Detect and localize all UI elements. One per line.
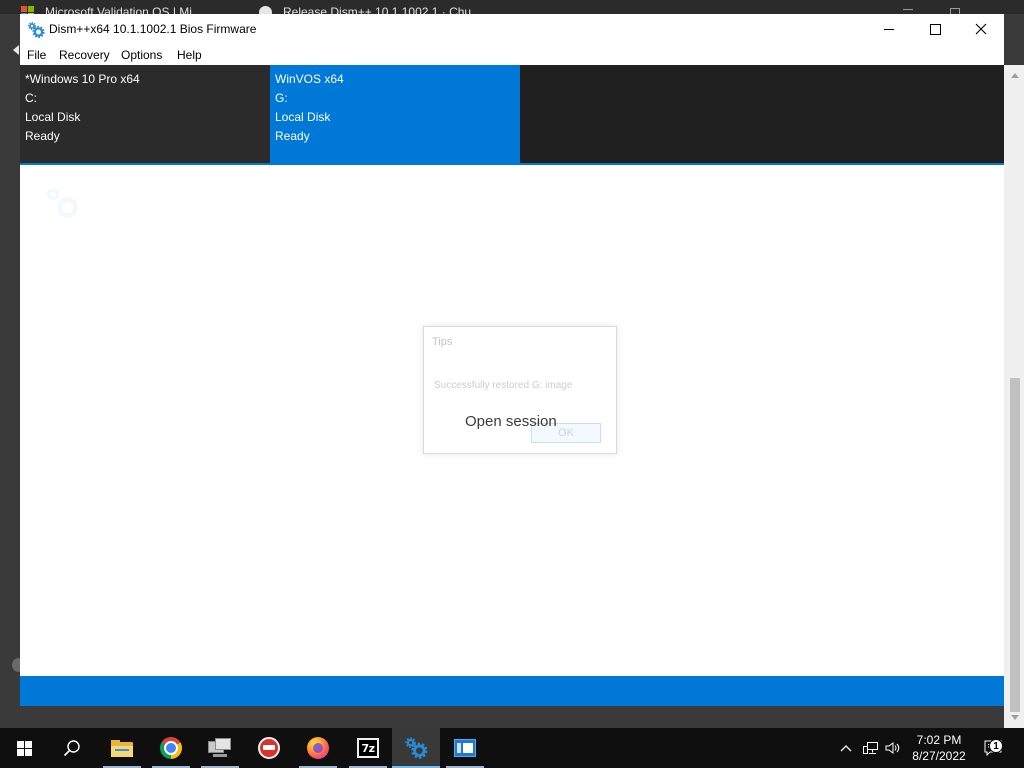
session-disk-type: Local Disk [25,110,81,124]
session-status: Ready [275,129,310,143]
tips-dialog: Tips Successfully restored G: image OK O… [423,326,617,454]
minimize-icon [884,28,894,30]
session-panel: *Windows 10 Pro x64 C: Local Disk Ready … [20,65,1004,163]
taskbar-blue-app[interactable] [441,728,489,768]
title-bar[interactable]: Dism++x64 10.1.1002.1 Bios Firmware [20,14,1004,44]
clock-date: 8/27/2022 [912,749,966,763]
background-scrollbar[interactable] [1004,65,1024,728]
menu-file[interactable]: File [27,48,46,62]
scroll-down-icon[interactable] [1011,715,1019,720]
monitor-app-icon [208,738,232,758]
open-session-label: Open session [465,413,557,430]
taskbar: 7z 7:02 PM 8/27/2022 1 [0,728,1024,768]
action-center-button[interactable]: 1 [980,728,1006,768]
menu-options[interactable]: Options [121,48,162,62]
browser-tab-title: Release Dism++ 10.1.1002.1 · Chu [283,5,472,14]
close-button[interactable] [958,14,1004,44]
volume-icon [885,742,900,754]
github-icon [259,6,272,14]
taskbar-file-explorer[interactable] [98,728,146,768]
search-button[interactable] [48,728,96,768]
clock-time: 7:02 PM [916,733,962,747]
scroll-up-icon[interactable] [1011,73,1019,78]
browser-tab[interactable]: Microsoft Validation OS | Mi [0,0,245,14]
blue-window-app-icon [454,739,476,757]
session-name: WinVOS x64 [275,72,344,86]
chevron-up-icon [840,745,852,752]
show-hidden-icons-button[interactable] [838,728,854,768]
menu-recovery[interactable]: Recovery [59,48,110,62]
browser-tab-title: Microsoft Validation OS | Mi [45,5,192,14]
dialog-message: Successfully restored G: image [434,380,573,391]
session-tile-windows10[interactable]: *Windows 10 Pro x64 C: Local Disk Ready [20,65,270,163]
microsoft-logo-icon [21,6,34,14]
background-browser-tabstrip: Microsoft Validation OS | Mi Release Dis… [0,0,1024,14]
session-status: Ready [25,129,60,143]
notification-badge: 1 [989,739,1003,753]
taskbar-dism[interactable] [392,728,440,768]
taskbar-red-app[interactable] [245,728,293,768]
menu-help[interactable]: Help [177,48,202,62]
window-title: Dism++x64 10.1.1002.1 Bios Firmware [49,22,257,36]
session-drive: C: [25,91,37,105]
taskbar-chrome[interactable] [147,728,195,768]
network-icon [863,742,878,754]
volume-button[interactable] [884,728,902,768]
chrome-icon [160,737,182,759]
windows-start-icon [16,740,32,756]
firefox-icon [307,737,329,759]
browser-tab[interactable]: Release Dism++ 10.1.1002.1 · Chu [248,0,518,14]
dism-gear-icon [405,737,428,759]
main-content: Tips Successfully restored G: image OK O… [20,165,1004,676]
menu-bar: File Recovery Options Help [20,44,1004,65]
7zip-icon: 7z [357,738,379,758]
search-icon [63,740,80,757]
taskbar-7zip[interactable]: 7z [344,728,392,768]
scrollbar-thumb[interactable] [1010,378,1020,712]
faint-gear-icon [46,187,78,218]
session-disk-type: Local Disk [275,110,331,124]
red-app-icon [258,737,280,759]
background-back-arrow-icon[interactable] [13,45,19,55]
maximize-icon [929,23,941,35]
session-name: *Windows 10 Pro x64 [25,72,140,86]
dism-window: Dism++x64 10.1.1002.1 Bios Firmware File… [20,14,1004,706]
status-bar [20,676,1004,706]
taskbar-firefox[interactable] [294,728,342,768]
dism-gear-icon [28,22,45,39]
close-icon [975,23,987,35]
clock[interactable]: 7:02 PM 8/27/2022 [906,732,972,764]
dialog-title: Tips [432,336,453,348]
start-button[interactable] [0,728,48,768]
session-drive: G: [275,91,288,105]
network-button[interactable] [862,728,880,768]
maximize-button[interactable] [912,14,958,44]
taskbar-monitor-app[interactable] [196,728,244,768]
session-tile-winvos[interactable]: WinVOS x64 G: Local Disk Ready [270,65,520,163]
minimize-button[interactable] [866,14,912,44]
file-explorer-icon [111,739,133,757]
